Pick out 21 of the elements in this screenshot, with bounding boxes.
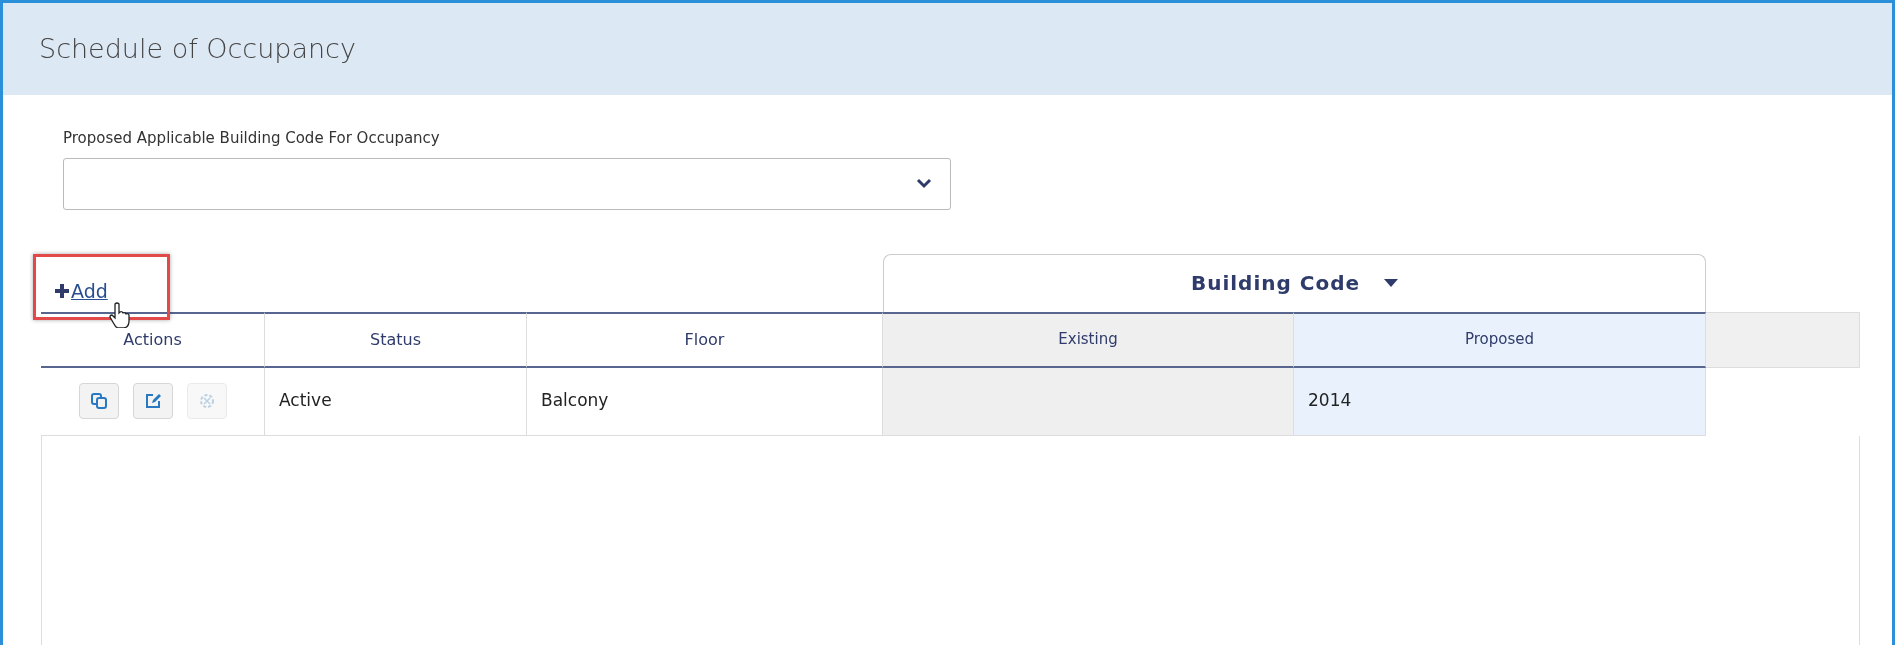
column-header[interactable]: Actions [41, 311, 265, 368]
table-cell: Active [265, 367, 527, 436]
column-group-header[interactable]: Building Code [883, 253, 1706, 312]
column-header[interactable]: Existing [883, 311, 1294, 368]
field-label: Proposed Applicable Building Code For Occupancy [63, 128, 441, 149]
column-header[interactable]: Proposed [1294, 311, 1706, 368]
caret-down-icon [1384, 279, 1399, 287]
column-header[interactable]: Floor [527, 311, 883, 368]
edit-button[interactable] [132, 383, 173, 419]
panel-title: Schedule of Occupancy [39, 31, 356, 66]
column-header[interactable]: Status [265, 311, 527, 368]
chevron-down-icon [916, 178, 932, 189]
copy-button[interactable] [78, 383, 119, 419]
hand-cursor-icon [109, 301, 131, 328]
table-cell: 2014 [1294, 367, 1706, 436]
edit-icon [143, 392, 162, 410]
burst-icon [197, 392, 216, 410]
column-group-label: Building Code [1190, 270, 1361, 297]
add-link[interactable]: Add [55, 277, 108, 306]
plus-icon [55, 284, 69, 299]
copy-icon [89, 392, 108, 410]
